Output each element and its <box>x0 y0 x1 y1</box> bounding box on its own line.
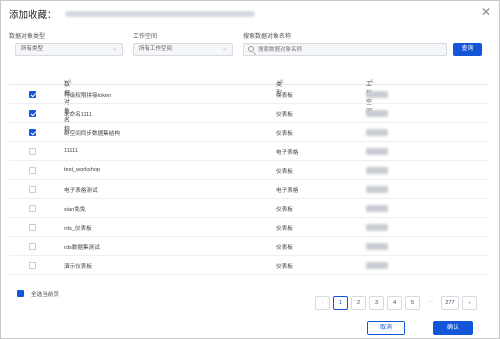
table-row[interactable]: 未命名1111 仪表板 <box>9 104 489 123</box>
table-row[interactable]: rds_仪表板 仪表板 <box>9 218 489 237</box>
table-row[interactable]: rds数据集测试 仪表板 <box>9 237 489 256</box>
row-workspace-redacted <box>366 110 388 117</box>
select-all-label: 全选当前页 <box>31 292 59 298</box>
type-filter-label: 数据对象类型 <box>9 34 46 40</box>
table-row[interactable]: 行级权限拼接token 仪表板 <box>9 85 489 104</box>
row-type: 仪表板 <box>276 245 293 251</box>
row-workspace-redacted <box>366 205 388 212</box>
row-workspace-redacted <box>366 91 388 98</box>
row-name: 群空间同步数据集结构 <box>64 131 120 137</box>
select-all-checkbox[interactable] <box>17 290 24 297</box>
page-1[interactable]: 1 <box>333 296 348 310</box>
table-row[interactable]: test_workshop 仪表板 <box>9 161 489 180</box>
row-checkbox[interactable] <box>29 167 36 174</box>
page-3[interactable]: 3 <box>369 296 384 310</box>
page-4[interactable]: 4 <box>387 296 402 310</box>
table-row[interactable]: 11111 电子表格 <box>9 142 489 161</box>
row-checkbox[interactable] <box>29 91 36 98</box>
row-checkbox[interactable] <box>29 148 36 155</box>
row-name: rds_仪表板 <box>64 226 92 232</box>
row-checkbox[interactable] <box>29 129 36 136</box>
data-object-table: 数据对象名称⇅ 类型⇅ 工作空间⇅ 行级权限拼接token仪表板未命名1111仪… <box>9 65 489 275</box>
search-filter-label: 搜索数据对象名称 <box>243 34 292 40</box>
close-icon[interactable]: ✕ <box>481 6 491 18</box>
row-name: 电子表格测试 <box>64 188 98 194</box>
page-277[interactable]: 277 <box>441 296 459 310</box>
row-type: 仪表板 <box>276 93 293 99</box>
redacted-title-text <box>64 11 255 17</box>
table-row[interactable]: 电子表格测试 电子表格 <box>9 180 489 199</box>
row-type: 仪表板 <box>276 226 293 232</box>
row-name: 行级权限拼接token <box>64 93 112 99</box>
row-workspace-redacted <box>366 129 388 136</box>
confirm-button[interactable]: 确认 <box>433 321 473 335</box>
row-type: 仪表板 <box>276 264 293 270</box>
dialog-title: 添加收藏： <box>9 10 57 21</box>
pagination: ‹ 1 2 3 4 5 ··· 277 › <box>315 296 480 310</box>
page-ellipsis[interactable]: ··· <box>423 296 438 310</box>
table-row[interactable]: 演示仪表板 仪表板 <box>9 256 489 275</box>
page-5[interactable]: 5 <box>405 296 420 310</box>
page-2[interactable]: 2 <box>351 296 366 310</box>
workspace-filter-label: 工作空间 <box>133 34 158 40</box>
workspace-select[interactable]: 所有工作空间 ⌄ <box>133 43 233 56</box>
row-checkbox[interactable] <box>29 205 36 212</box>
row-workspace-redacted <box>366 262 388 269</box>
row-type: 仪表板 <box>276 112 293 118</box>
table-body: 行级权限拼接token 仪表板 未命名1111 仪表板 群空间同步数据集结构 仪表板 111… <box>9 85 489 275</box>
type-select-value: 所有类型 <box>21 46 44 52</box>
next-page-icon[interactable]: › <box>462 296 477 310</box>
row-checkbox[interactable] <box>29 262 36 269</box>
row-type: 电子表格 <box>276 188 299 194</box>
search-input[interactable] <box>258 45 438 55</box>
row-workspace-redacted <box>366 148 388 155</box>
chevron-down-icon: ⌄ <box>111 46 117 52</box>
row-workspace-redacted <box>366 167 388 174</box>
dialog-header: 添加收藏： <box>9 6 255 22</box>
row-workspace-redacted <box>366 186 388 193</box>
type-select[interactable]: 所有类型 ⌄ <box>15 43 123 56</box>
row-type: 仪表板 <box>276 131 293 137</box>
add-favorite-dialog: 添加收藏： ✕ 数据对象类型 工作空间 搜索数据对象名称 所有类型 ⌄ 所有工作… <box>0 0 500 339</box>
row-checkbox[interactable] <box>29 110 36 117</box>
row-name: 未命名1111 <box>64 112 92 118</box>
chevron-down-icon: ⌄ <box>221 46 227 52</box>
row-checkbox[interactable] <box>29 224 36 231</box>
row-workspace-redacted <box>366 224 388 231</box>
row-name: xian免免 <box>64 207 86 213</box>
prev-page-icon[interactable]: ‹ <box>315 296 330 310</box>
table-row[interactable]: 群空间同步数据集结构 仪表板 <box>9 123 489 142</box>
row-name: 演示仪表板 <box>64 264 92 270</box>
search-icon <box>248 46 254 52</box>
row-type: 电子表格 <box>276 150 299 156</box>
table-header: 数据对象名称⇅ 类型⇅ 工作空间⇅ <box>9 65 489 133</box>
row-checkbox[interactable] <box>29 243 36 250</box>
cancel-button[interactable]: 取消 <box>367 321 405 335</box>
row-type: 仪表板 <box>276 169 293 175</box>
workspace-select-value: 所有工作空间 <box>139 46 173 52</box>
table-row[interactable]: xian免免 仪表板 <box>9 199 489 218</box>
row-type: 仪表板 <box>276 207 293 213</box>
row-checkbox[interactable] <box>29 186 36 193</box>
row-workspace-redacted <box>366 243 388 250</box>
search-button[interactable]: 查询 <box>453 43 482 56</box>
row-name: test_workshop <box>64 167 101 173</box>
row-name: rds数据集测试 <box>64 245 100 251</box>
row-name: 11111 <box>64 148 78 154</box>
search-box <box>243 43 447 56</box>
